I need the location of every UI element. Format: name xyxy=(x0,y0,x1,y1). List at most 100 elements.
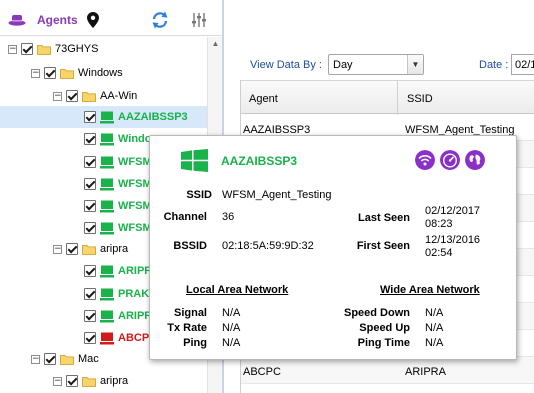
checkbox[interactable] xyxy=(66,243,78,255)
tree-node-aa-win[interactable]: − AA-Win xyxy=(53,85,137,107)
tree-node-agent[interactable]: PRAKA xyxy=(84,283,157,305)
folder-icon xyxy=(37,44,51,55)
scroll-up-arrow-icon[interactable]: ▲ xyxy=(208,37,223,51)
date-input[interactable]: 02/1 xyxy=(511,54,534,75)
checkbox[interactable] xyxy=(84,156,96,168)
speed-up-label: Speed Up xyxy=(359,322,410,334)
checkbox[interactable] xyxy=(84,332,96,344)
cell-ssid: ARIPRA xyxy=(405,366,446,378)
column-header-agent[interactable]: Agent xyxy=(249,93,278,105)
tree-node-mac[interactable]: − Mac xyxy=(31,348,99,370)
folder-icon xyxy=(60,68,74,79)
computer-icon xyxy=(100,133,114,145)
wifi-icon[interactable] xyxy=(415,150,435,170)
tree-node-aripra[interactable]: − aripra xyxy=(53,370,128,392)
checkbox[interactable] xyxy=(84,222,96,234)
folder-icon xyxy=(60,354,74,365)
agent-details-popup: AAZAIBSSP3 SSID WFSM_Agent_Testing Chann… xyxy=(149,135,517,360)
checkbox[interactable] xyxy=(84,310,96,322)
first-seen-label: First Seen xyxy=(356,240,410,252)
tree-node-label: WFSM xyxy=(118,200,152,212)
collapse-toggle[interactable]: − xyxy=(53,91,62,101)
checkbox[interactable] xyxy=(84,111,96,123)
computer-icon xyxy=(100,111,114,123)
tree-node-aripra[interactable]: − aripra xyxy=(53,238,128,260)
speed-down-label: Speed Down xyxy=(343,307,410,319)
agent-hat-icon xyxy=(8,15,26,26)
tree-node-label: 73GHYS xyxy=(55,43,99,55)
checkbox[interactable] xyxy=(21,43,33,55)
tree-node-label: aripra xyxy=(100,375,129,387)
computer-icon xyxy=(100,156,114,168)
checkbox[interactable] xyxy=(84,200,96,212)
collapse-toggle[interactable]: − xyxy=(31,354,40,364)
tree-node-agent[interactable]: ABCPC xyxy=(84,327,157,349)
chevron-down-icon[interactable]: ▼ xyxy=(407,55,423,74)
channel-label: Channel xyxy=(163,211,207,223)
collapse-toggle[interactable]: − xyxy=(8,44,17,54)
collapse-toggle[interactable]: − xyxy=(31,68,40,78)
tree-node-label: aripra xyxy=(100,243,129,255)
tx-rate-label: Tx Rate xyxy=(167,322,207,334)
tree-node-agent[interactable]: WFSM xyxy=(84,151,152,173)
date-value: 02/1 xyxy=(515,59,534,71)
first-seen-time: 02:54 xyxy=(425,247,453,259)
agents-title: Agents xyxy=(37,13,78,27)
cell-agent: ABCPC xyxy=(243,366,281,378)
tree-node-label: Mac xyxy=(78,353,99,365)
speedometer-icon[interactable] xyxy=(440,150,460,170)
tree-node-aazaibssp3[interactable]: AAZAIBSSP3 xyxy=(0,106,207,128)
collapse-toggle[interactable]: − xyxy=(53,376,62,386)
tree-node-label: AA-Win xyxy=(100,90,138,102)
ssid-value: WFSM_Agent_Testing xyxy=(222,189,332,201)
checkbox[interactable] xyxy=(66,90,78,102)
ping-label: Ping xyxy=(183,337,207,349)
checkbox[interactable] xyxy=(44,353,56,365)
signal-label: Signal xyxy=(173,307,207,319)
column-header-ssid[interactable]: SSID xyxy=(407,93,433,105)
checkbox[interactable] xyxy=(84,178,96,190)
tree-node-label: WFSM xyxy=(118,222,152,234)
checkbox[interactable] xyxy=(84,288,96,300)
checkbox[interactable] xyxy=(66,375,78,387)
tree-node-73ghys[interactable]: − 73GHYS xyxy=(8,38,98,60)
agents-toolbar: Agents xyxy=(0,0,222,36)
tree-node-windows[interactable]: − Windows xyxy=(31,62,123,84)
column-settings-icon[interactable] xyxy=(190,12,208,28)
tree-node-agent[interactable]: ARIPR xyxy=(84,260,152,282)
computer-icon xyxy=(100,332,114,344)
location-pin-icon[interactable] xyxy=(87,12,99,28)
last-seen-date: 02/12/2017 xyxy=(425,205,481,217)
tree-node-agent[interactable]: WFSM xyxy=(84,217,152,239)
table-row[interactable] xyxy=(241,384,534,393)
tree-node-label: ARIPR xyxy=(118,265,153,277)
folder-icon xyxy=(82,91,96,102)
tree-node-agent[interactable]: Windo xyxy=(84,128,152,150)
signal-value: N/A xyxy=(222,307,241,319)
bssid-label: BSSID xyxy=(173,240,207,252)
tree-node-label: ARIPR xyxy=(118,310,153,322)
tree-node-agent[interactable]: WFSM xyxy=(84,173,152,195)
ssid-label: SSID xyxy=(186,189,212,201)
lan-heading: Local Area Network xyxy=(186,284,289,296)
date-label: Date : xyxy=(479,59,509,71)
view-data-by-value: Day xyxy=(333,59,353,71)
collapse-toggle[interactable]: − xyxy=(53,244,62,254)
table-row[interactable]: ABCPC ARIPRA xyxy=(241,357,534,384)
computer-icon xyxy=(100,178,114,190)
tree-node-agent[interactable]: WFSM xyxy=(84,195,152,217)
computer-icon xyxy=(100,222,114,234)
speed-down-value: N/A xyxy=(425,307,444,319)
tree-node-agent[interactable]: ARIPR xyxy=(84,305,152,327)
checkbox[interactable] xyxy=(44,67,56,79)
checkbox[interactable] xyxy=(84,133,96,145)
computer-icon xyxy=(100,310,114,322)
tree-node-label: Windows xyxy=(78,67,123,79)
wan-heading: Wide Area Network xyxy=(380,284,480,296)
refresh-icon[interactable] xyxy=(150,10,170,30)
globe-icon[interactable] xyxy=(465,150,485,170)
last-seen-label: Last Seen xyxy=(358,212,410,224)
column-divider[interactable] xyxy=(397,81,398,115)
view-data-by-select[interactable]: Day ▼ xyxy=(328,54,424,75)
checkbox[interactable] xyxy=(84,265,96,277)
